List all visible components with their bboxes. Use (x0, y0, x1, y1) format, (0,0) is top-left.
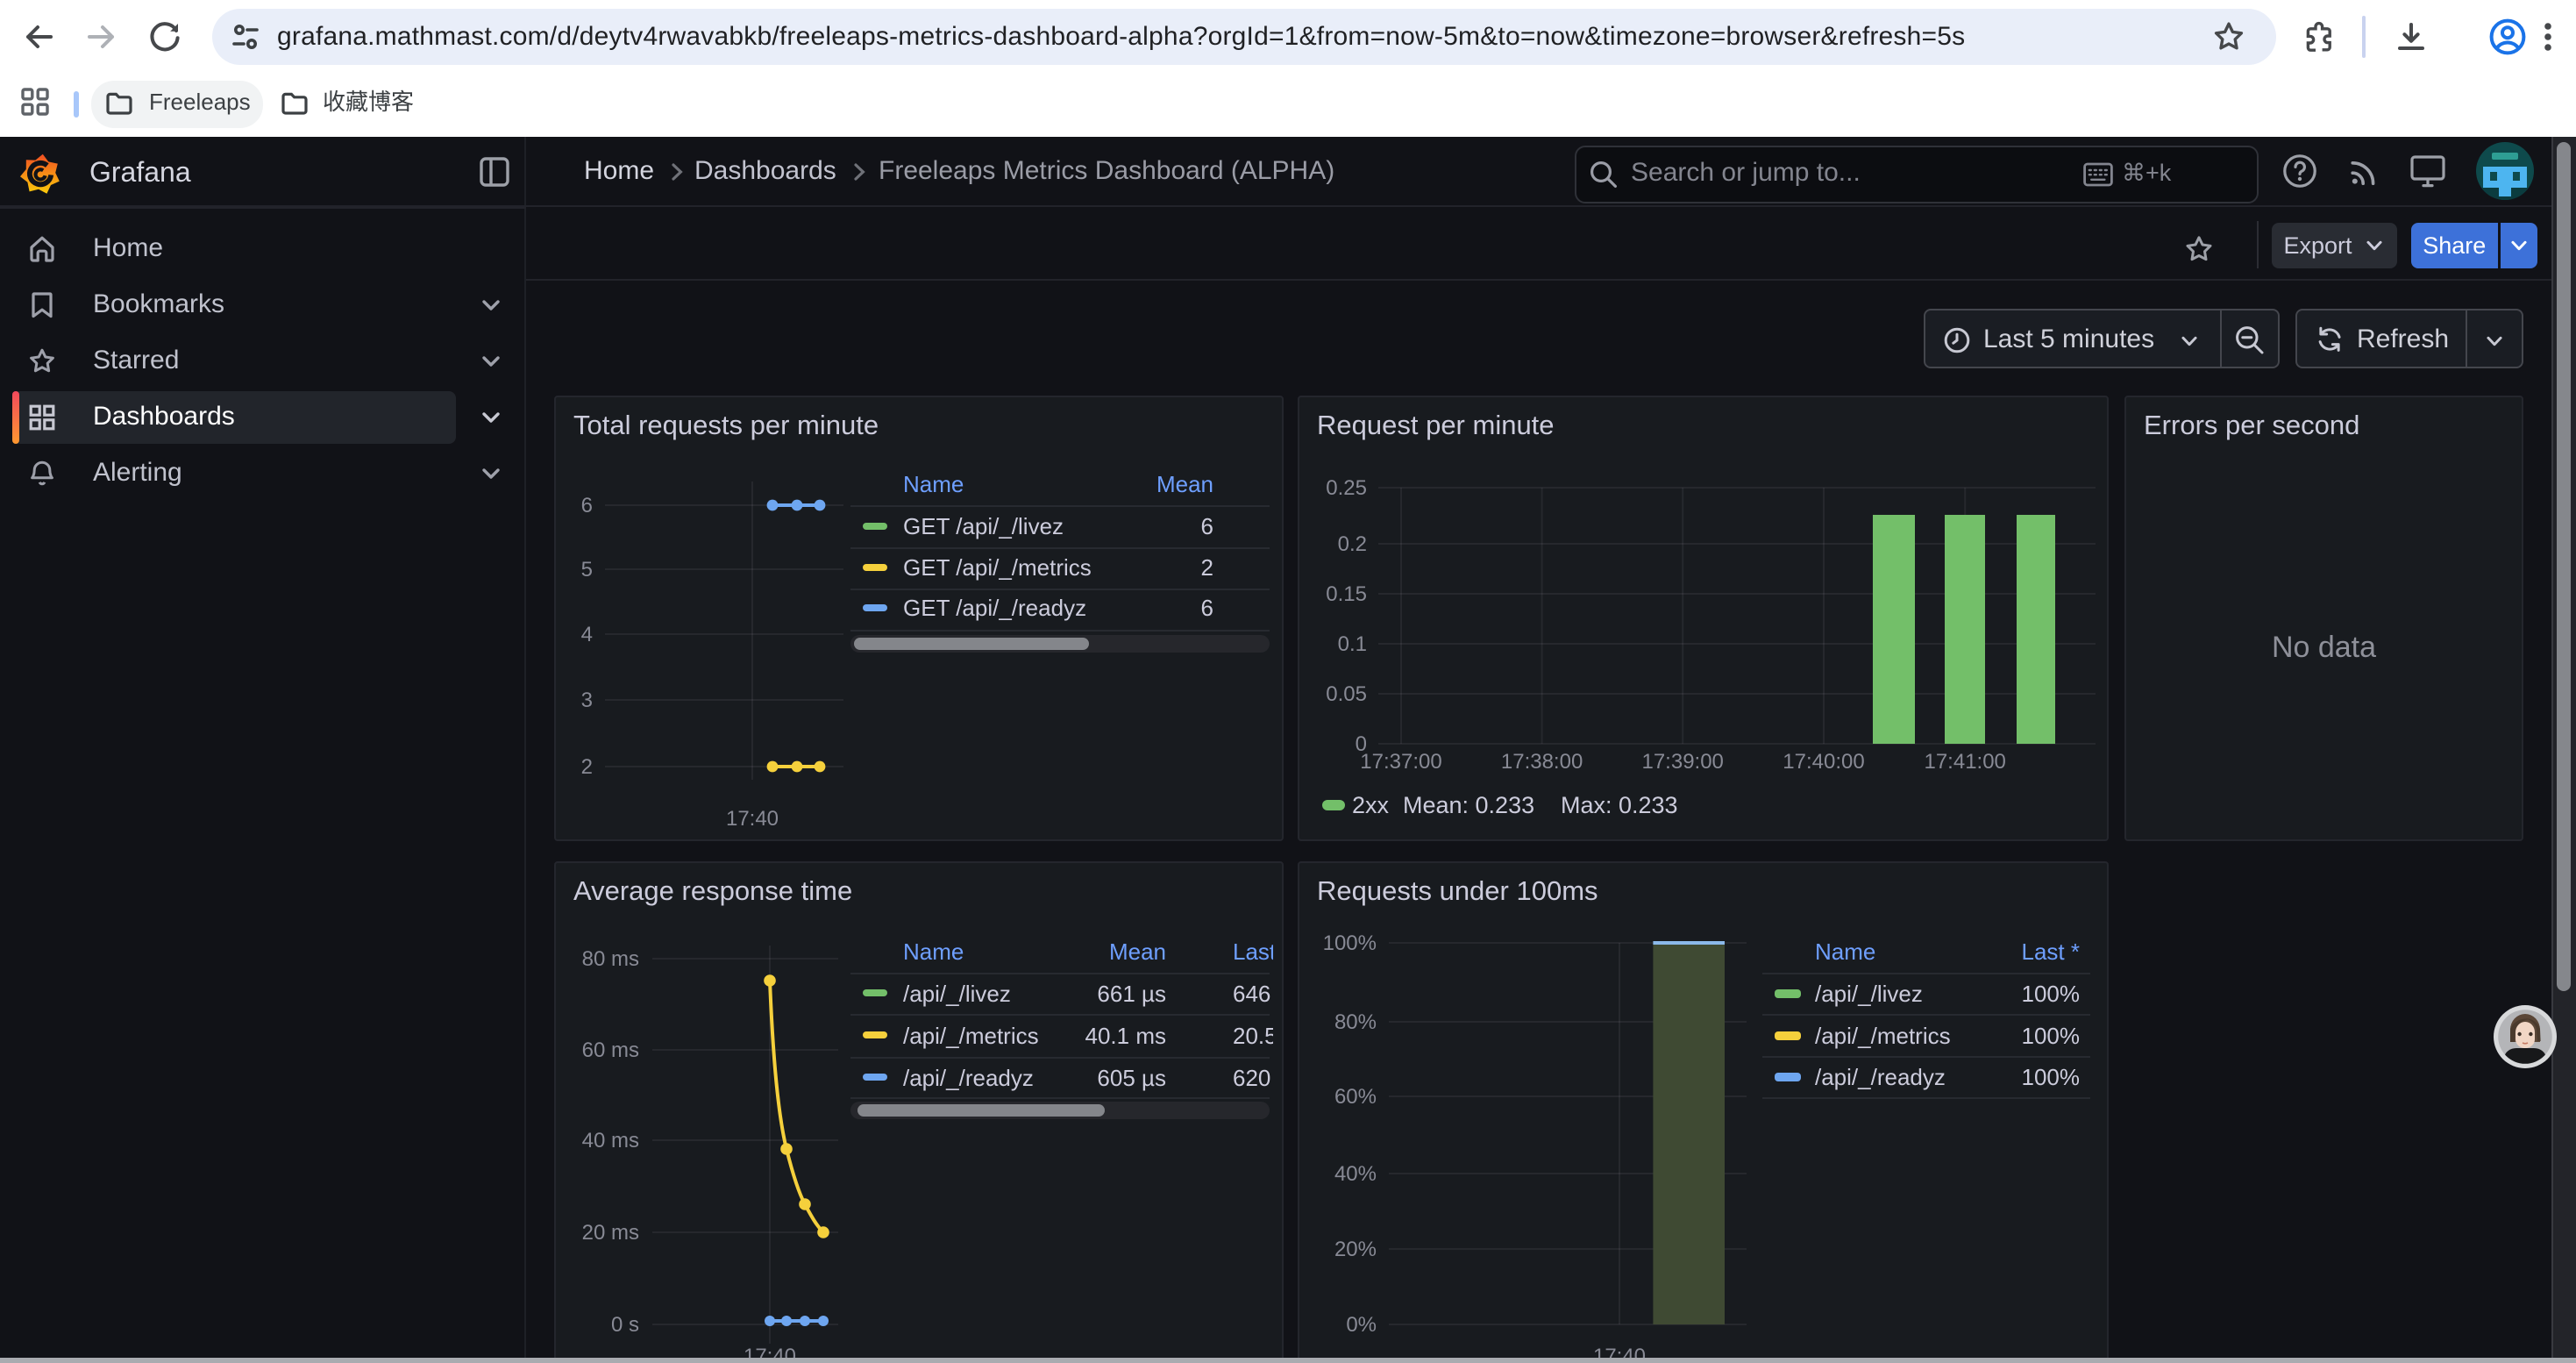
svg-text:6: 6 (581, 494, 593, 517)
svg-text:2: 2 (581, 755, 593, 779)
svg-text:2xx: 2xx (1352, 792, 1390, 818)
svg-text:80 ms: 80 ms (582, 947, 639, 971)
svg-text:0 s: 0 s (611, 1313, 639, 1337)
svg-text:17:40:00: 17:40:00 (1783, 750, 1864, 774)
svg-text:17:37:00: 17:37:00 (1360, 750, 1441, 774)
svg-text:3: 3 (581, 689, 593, 712)
svg-text:17:41:00: 17:41:00 (1924, 750, 2005, 774)
svg-text:0.15: 0.15 (1326, 582, 1367, 606)
svg-text:17:38:00: 17:38:00 (1501, 750, 1583, 774)
svg-text:0%: 0% (1346, 1313, 1377, 1337)
svg-text:20 ms: 20 ms (582, 1221, 639, 1245)
svg-text:17:39:00: 17:39:00 (1641, 750, 1723, 774)
svg-text:60%: 60% (1334, 1085, 1377, 1109)
svg-text:40%: 40% (1334, 1162, 1377, 1186)
svg-text:5: 5 (581, 558, 593, 582)
svg-text:0.05: 0.05 (1326, 682, 1367, 706)
svg-text:Max: 0.233: Max: 0.233 (1561, 792, 1678, 818)
svg-text:20%: 20% (1334, 1238, 1377, 1261)
svg-text:0.1: 0.1 (1338, 632, 1367, 656)
svg-text:40 ms: 40 ms (582, 1129, 639, 1152)
svg-text:4: 4 (581, 623, 593, 646)
svg-text:Mean: 0.233: Mean: 0.233 (1403, 792, 1534, 818)
svg-text:80%: 80% (1334, 1010, 1377, 1034)
svg-text:0.25: 0.25 (1326, 476, 1367, 500)
svg-text:0.2: 0.2 (1338, 532, 1367, 556)
svg-text:60 ms: 60 ms (582, 1038, 639, 1062)
svg-text:100%: 100% (1323, 931, 1377, 955)
svg-text:17:40: 17:40 (726, 807, 779, 831)
